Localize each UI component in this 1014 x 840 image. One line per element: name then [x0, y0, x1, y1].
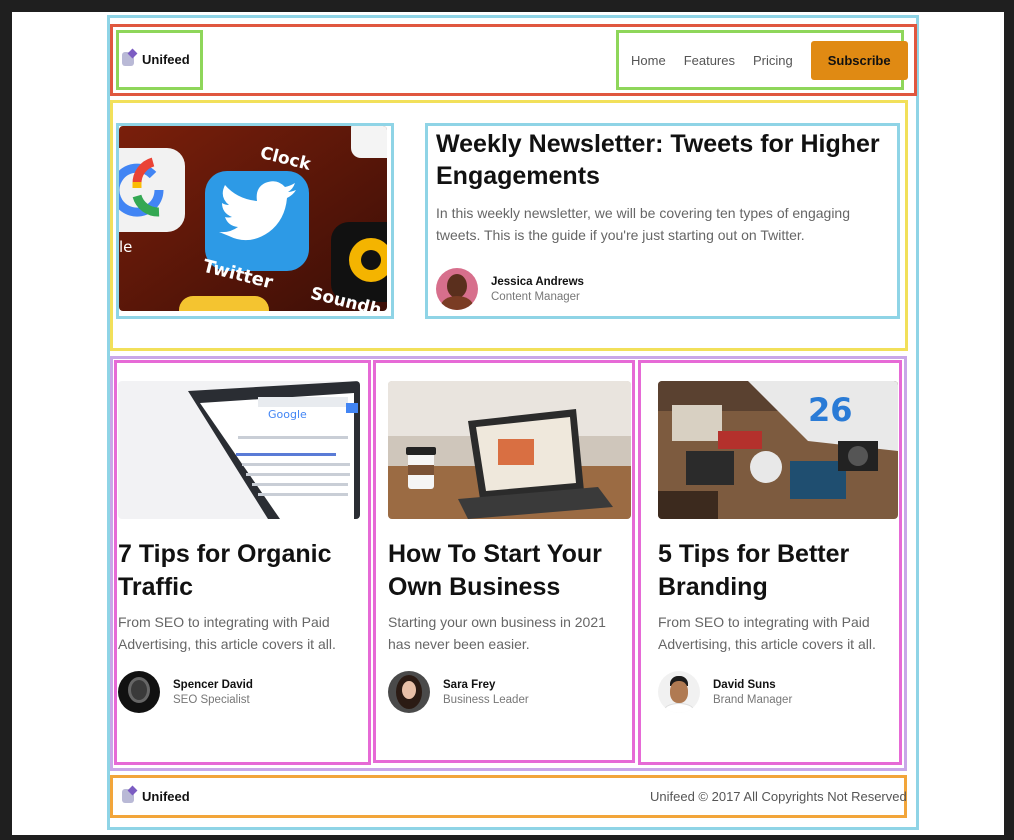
author-role: Content Manager: [491, 290, 580, 303]
partial-icon-label: le: [119, 238, 132, 256]
card-1-author: Spencer David SEO Specialist: [118, 671, 253, 713]
card-3-description: From SEO to integrating with Paid Advert…: [658, 614, 876, 652]
author-role: Brand Manager: [713, 693, 793, 706]
main-nav: Home Features Pricing Subscribe: [631, 40, 908, 80]
svg-text:26: 26: [808, 391, 853, 429]
card-2-image[interactable]: [388, 381, 631, 519]
nav-features[interactable]: Features: [684, 53, 735, 68]
footer-logo[interactable]: Unifeed: [120, 787, 190, 805]
svg-text:Google: Google: [268, 408, 307, 421]
card-2-title[interactable]: How To Start Your Own Business: [388, 538, 628, 604]
page: Unifeed Home Features Pricing Subscribe: [12, 12, 1004, 835]
phone-google-illustration: Google: [118, 381, 360, 519]
avatar: [658, 671, 700, 713]
footer-copyright: Unifeed © 2017 All Copyrights Not Reserv…: [650, 789, 907, 804]
avatar: [118, 671, 160, 713]
unicorn-icon: [120, 787, 138, 805]
author-role: Business Leader: [443, 693, 529, 706]
nav-home[interactable]: Home: [631, 53, 666, 68]
card-1-description: From SEO to integrating with Paid Advert…: [118, 614, 336, 652]
featured-description: In this weekly newsletter, we will be co…: [436, 205, 851, 243]
author-role: SEO Specialist: [173, 693, 250, 706]
branding-flatlay-illustration: 26: [658, 381, 898, 519]
laptop-coffee-illustration: [388, 381, 631, 519]
card-3-author: David Suns Brand Manager: [658, 671, 792, 713]
card-2-author: Sara Frey Business Leader: [388, 671, 529, 713]
featured-title[interactable]: Weekly Newsletter: Tweets for Higher Eng…: [436, 128, 886, 192]
author-name: Spencer David: [173, 678, 253, 691]
card-1-image[interactable]: Google: [118, 381, 360, 519]
header-logo[interactable]: Unifeed: [120, 50, 190, 68]
twitter-phone-illustration: Clock Twitter Soundh le: [119, 126, 387, 311]
card-2-description: Starting your own business in 2021 has n…: [388, 614, 606, 652]
avatar: [388, 671, 430, 713]
card-3-image[interactable]: 26: [658, 381, 898, 519]
nav-pricing[interactable]: Pricing: [753, 53, 793, 68]
card-1-title[interactable]: 7 Tips for Organic Traffic: [118, 538, 358, 604]
author-name: David Suns: [713, 678, 776, 691]
author-name: Jessica Andrews: [491, 275, 584, 288]
subscribe-button[interactable]: Subscribe: [810, 40, 908, 80]
featured-author: Jessica Andrews Content Manager: [436, 268, 584, 310]
author-name: Sara Frey: [443, 678, 496, 691]
footer-brand-name: Unifeed: [142, 788, 190, 804]
avatar: [436, 268, 478, 310]
brand-name: Unifeed: [142, 51, 190, 67]
unicorn-icon: [120, 50, 138, 68]
card-3-title[interactable]: 5 Tips for Better Branding: [658, 538, 898, 604]
featured-image[interactable]: Clock Twitter Soundh le: [119, 126, 387, 311]
